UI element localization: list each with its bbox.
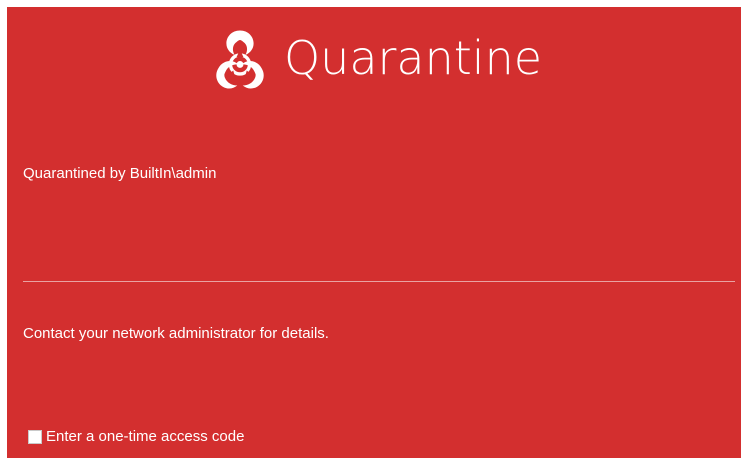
- quarantined-by-text: Quarantined by BuiltIn\admin: [23, 165, 217, 182]
- access-code-option[interactable]: Enter a one-time access code: [28, 428, 244, 445]
- access-code-label[interactable]: Enter a one-time access code: [46, 428, 244, 445]
- quarantine-header: Quarantine: [7, 23, 741, 93]
- access-code-checkbox[interactable]: [28, 429, 42, 444]
- contact-admin-message: Contact your network administrator for d…: [23, 325, 329, 342]
- section-divider: [23, 281, 735, 282]
- biohazard-icon: [216, 30, 264, 89]
- quarantine-panel: Quarantine Quarantined by BuiltIn\admin …: [7, 7, 741, 458]
- page-title: Quarantine: [283, 31, 543, 85]
